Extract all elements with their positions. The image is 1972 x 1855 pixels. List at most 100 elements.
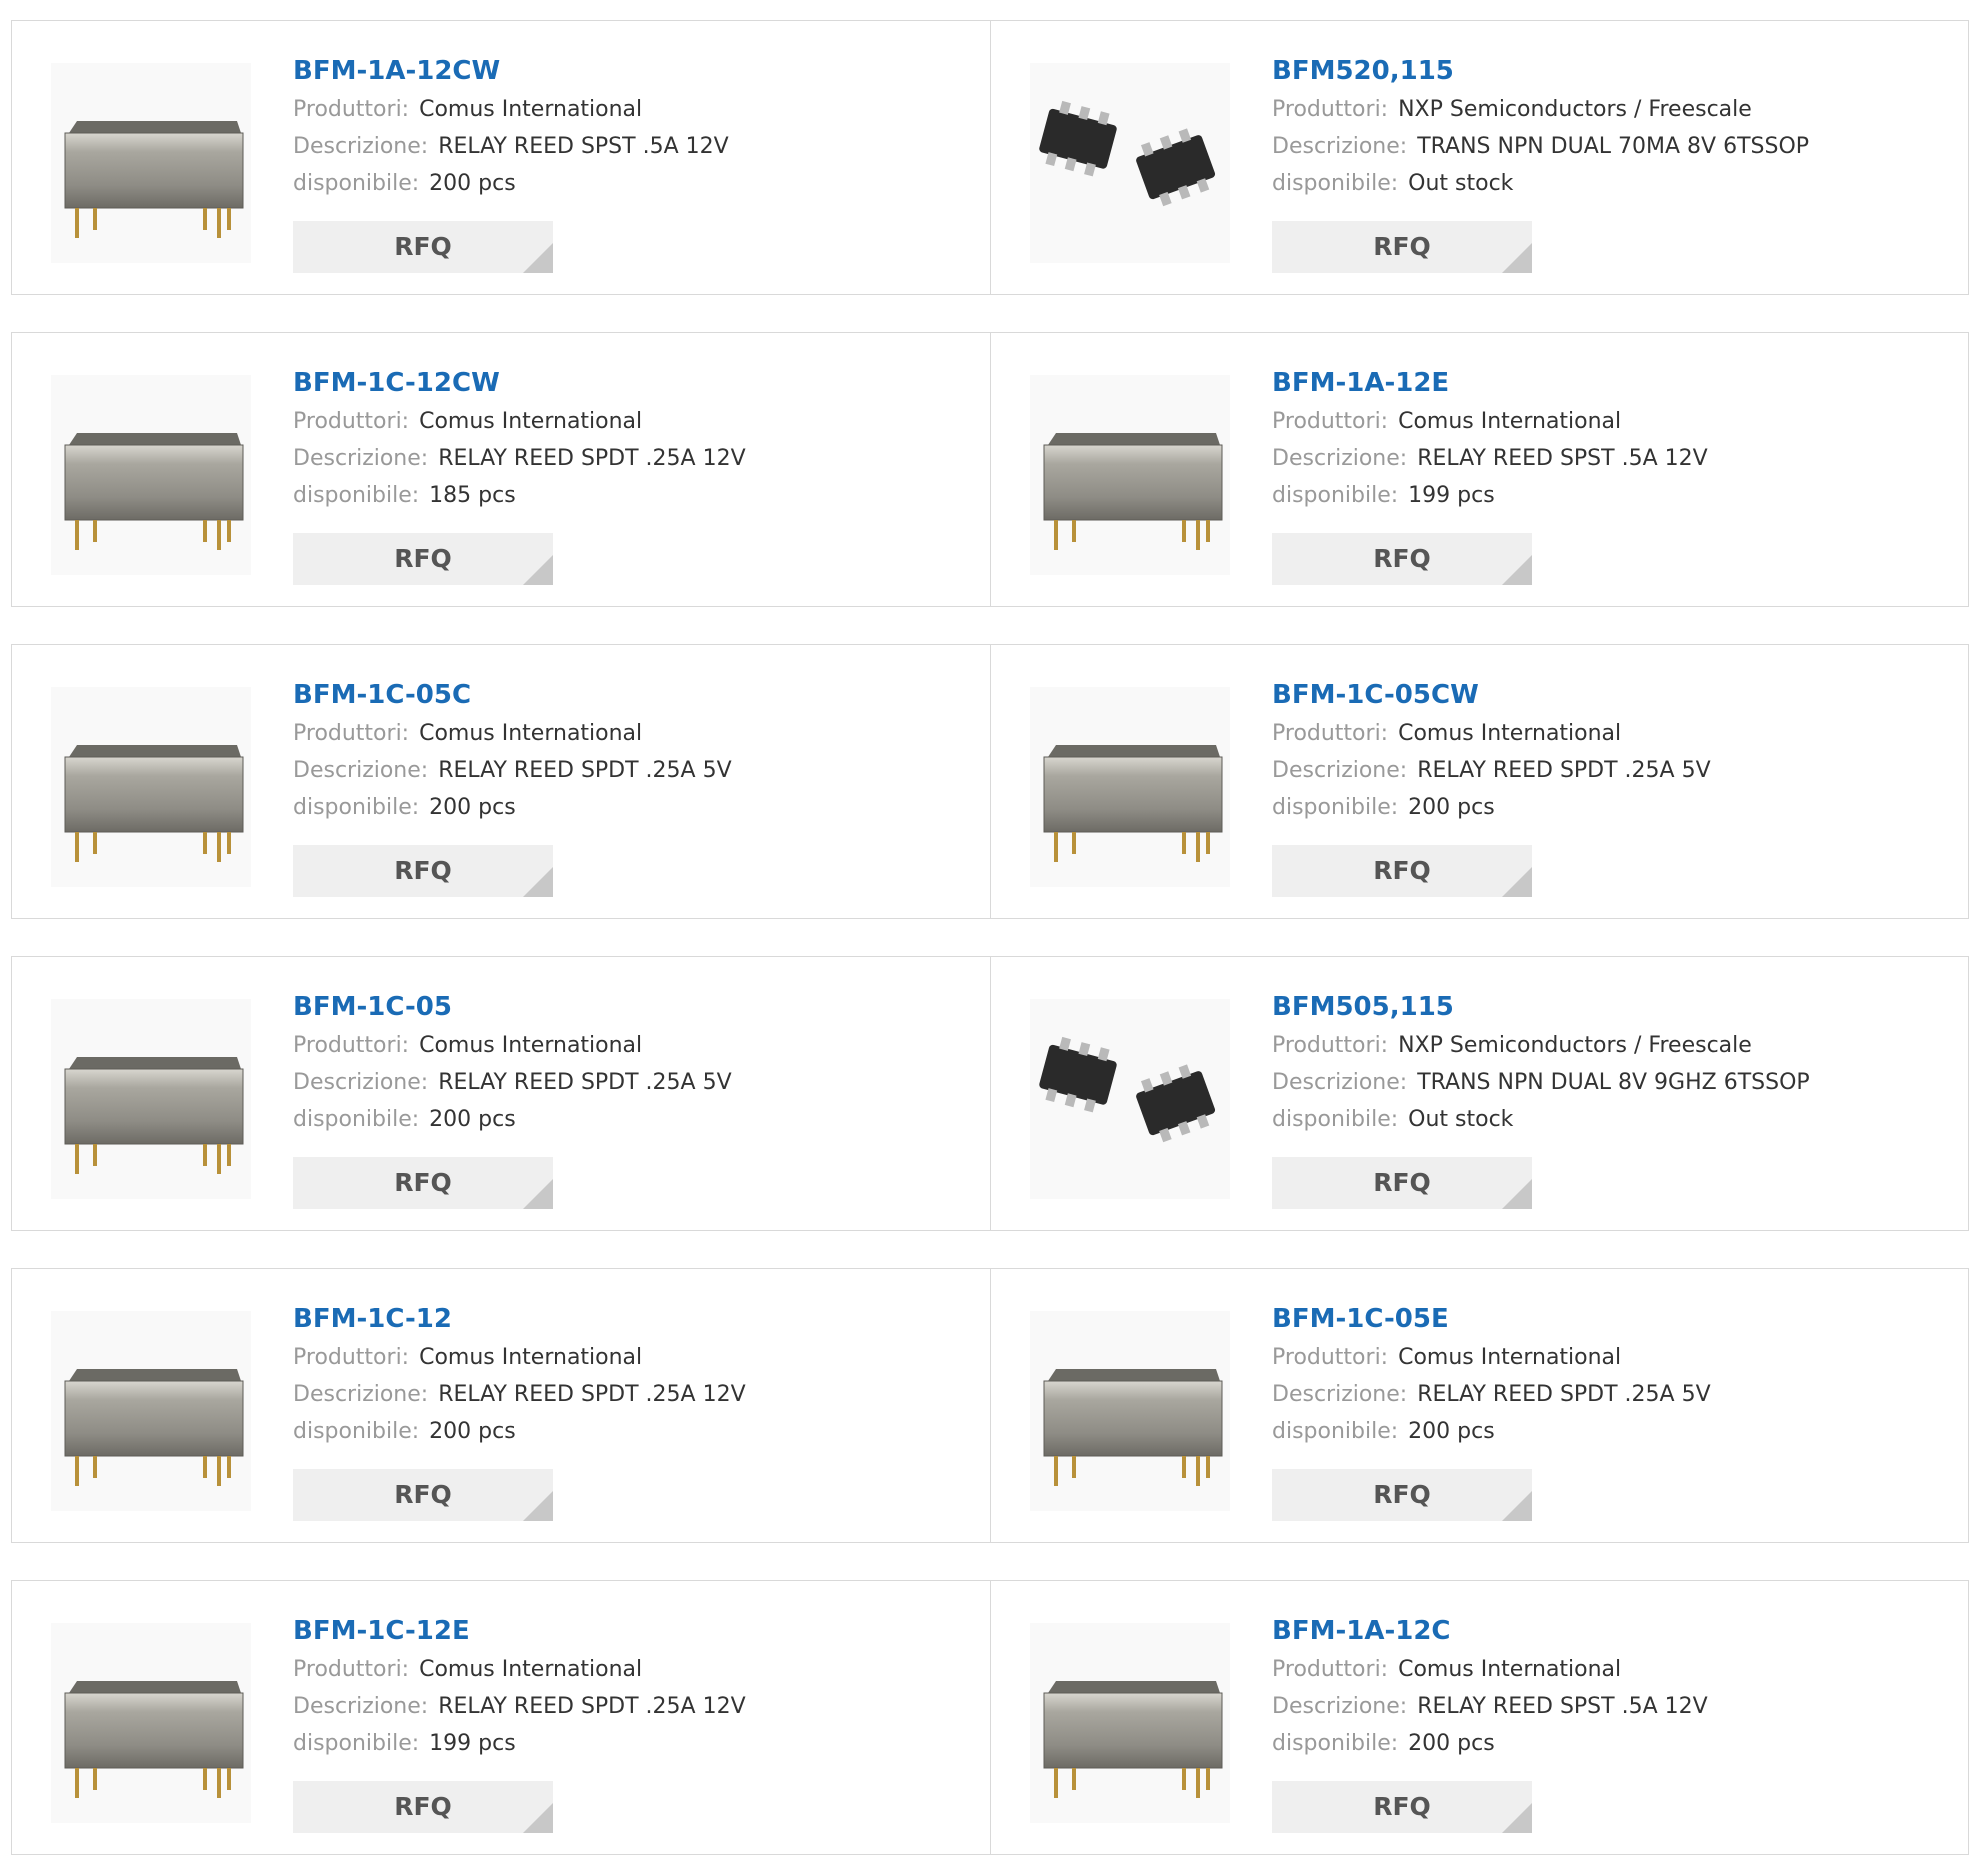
availability-label: disponibile: [1272,1419,1399,1444]
reed-relay-image[interactable] [51,999,251,1199]
description-field: Descrizione: RELAY REED SPDT .25A 12V [293,1376,746,1413]
manufacturer-field: Produttori: Comus International [293,715,732,752]
description-field: Descrizione: RELAY REED SPDT .25A 5V [1272,752,1711,789]
manufacturer-label: Produttori: [293,409,410,434]
description-label: Descrizione: [293,1382,429,1407]
product-title-link[interactable]: BFM-1C-12CW [293,363,746,403]
product-title-link[interactable]: BFM-1C-12 [293,1299,746,1339]
product-info: BFM-1C-05CW Produttori: Comus Internation… [1272,675,1711,826]
rfq-button[interactable]: RFQ [293,1781,553,1833]
description-label: Descrizione: [293,134,429,159]
description-value: RELAY REED SPDT .25A 5V [1417,1382,1711,1407]
product-card: BFM-1C-12 Produttori: Comus International… [12,1269,990,1542]
rfq-button[interactable]: RFQ [1272,845,1532,897]
manufacturer-value: Comus International [1398,721,1622,746]
description-value: RELAY REED SPDT .25A 12V [438,446,746,471]
product-card: BFM505,115 Produttori: NXP Semiconductors… [990,957,1969,1230]
rfq-button[interactable]: RFQ [1272,533,1532,585]
product-info: BFM-1A-12E Produttori: Comus Internationa… [1272,363,1708,514]
availability-value: Out stock [1408,1107,1514,1132]
manufacturer-field: Produttori: NXP Semiconductors / Freescal… [1272,1027,1810,1064]
manufacturer-label: Produttori: [293,1345,410,1370]
availability-value: 200 pcs [429,795,516,820]
product-title-link[interactable]: BFM-1A-12C [1272,1611,1708,1651]
product-row: BFM-1C-05 Produttori: Comus International… [11,956,1969,1231]
reed-relay-image[interactable] [51,687,251,887]
rfq-button[interactable]: RFQ [293,845,553,897]
availability-value: 200 pcs [429,1107,516,1132]
product-card: BFM-1A-12E Produttori: Comus Internationa… [990,333,1969,606]
manufacturer-label: Produttori: [1272,1033,1389,1058]
description-value: TRANS NPN DUAL 70MA 8V 6TSSOP [1417,134,1810,159]
product-card: BFM-1C-05CW Produttori: Comus Internation… [990,645,1969,918]
rfq-button[interactable]: RFQ [293,1157,553,1209]
manufacturer-field: Produttori: Comus International [293,1651,746,1688]
availability-label: disponibile: [1272,483,1399,508]
rfq-button[interactable]: RFQ [293,1469,553,1521]
manufacturer-value: Comus International [419,1657,643,1682]
availability-value: Out stock [1408,171,1514,196]
availability-value: 200 pcs [429,171,516,196]
product-info: BFM-1C-12 Produttori: Comus International… [293,1299,746,1450]
availability-field: disponibile: 199 pcs [1272,477,1708,514]
availability-field: disponibile: 200 pcs [293,165,729,202]
reed-relay-image[interactable] [1030,375,1230,575]
manufacturer-label: Produttori: [1272,1657,1389,1682]
rfq-button[interactable]: RFQ [1272,1157,1532,1209]
reed-relay-image[interactable] [51,1623,251,1823]
reed-relay-image[interactable] [1030,687,1230,887]
product-title-link[interactable]: BFM-1C-12E [293,1611,746,1651]
rfq-button[interactable]: RFQ [1272,1781,1532,1833]
availability-field: disponibile: 200 pcs [293,1413,746,1450]
rfq-button[interactable]: RFQ [293,221,553,273]
availability-value: 199 pcs [429,1731,516,1756]
manufacturer-label: Produttori: [293,1657,410,1682]
manufacturer-field: Produttori: Comus International [1272,1339,1711,1376]
description-value: RELAY REED SPDT .25A 5V [1417,758,1711,783]
manufacturer-value: Comus International [1398,1657,1622,1682]
product-info: BFM-1A-12CW Produttori: Comus Internation… [293,51,729,202]
product-info: BFM-1C-05 Produttori: Comus International… [293,987,732,1138]
manufacturer-field: Produttori: Comus International [293,1027,732,1064]
manufacturer-label: Produttori: [1272,1345,1389,1370]
product-title-link[interactable]: BFM-1C-05 [293,987,732,1027]
rfq-button[interactable]: RFQ [293,533,553,585]
product-title-link[interactable]: BFM-1A-12E [1272,363,1708,403]
product-title-link[interactable]: BFM505,115 [1272,987,1810,1027]
product-card: BFM-1C-12E Produttori: Comus Internationa… [12,1581,990,1854]
product-card: BFM-1C-05C Produttori: Comus Internationa… [12,645,990,918]
description-label: Descrizione: [1272,446,1408,471]
product-title-link[interactable]: BFM-1A-12CW [293,51,729,91]
description-field: Descrizione: RELAY REED SPDT .25A 5V [293,752,732,789]
availability-label: disponibile: [1272,171,1399,196]
manufacturer-field: Produttori: Comus International [1272,1651,1708,1688]
description-value: RELAY REED SPDT .25A 5V [438,1070,732,1095]
reed-relay-image[interactable] [1030,1623,1230,1823]
manufacturer-label: Produttori: [293,1033,410,1058]
manufacturer-value: Comus International [419,409,643,434]
product-title-link[interactable]: BFM-1C-05E [1272,1299,1711,1339]
product-info: BFM-1C-05C Produttori: Comus Internationa… [293,675,732,826]
manufacturer-field: Produttori: Comus International [1272,403,1708,440]
manufacturer-value: Comus International [419,1345,643,1370]
reed-relay-image[interactable] [51,1311,251,1511]
manufacturer-label: Produttori: [1272,97,1389,122]
reed-relay-image[interactable] [51,375,251,575]
availability-label: disponibile: [293,171,420,196]
manufacturer-value: NXP Semiconductors / Freescale [1398,97,1752,122]
reed-relay-image[interactable] [51,63,251,263]
description-field: Descrizione: RELAY REED SPST .5A 12V [1272,1688,1708,1725]
product-title-link[interactable]: BFM-1C-05CW [1272,675,1711,715]
tssop-chip-image[interactable] [1030,63,1230,263]
product-title-link[interactable]: BFM-1C-05C [293,675,732,715]
availability-value: 200 pcs [1408,795,1495,820]
description-label: Descrizione: [293,1070,429,1095]
rfq-button[interactable]: RFQ [1272,1469,1532,1521]
tssop-chip-image[interactable] [1030,999,1230,1199]
reed-relay-image[interactable] [1030,1311,1230,1511]
product-card: BFM-1C-05E Produttori: Comus Internationa… [990,1269,1969,1542]
product-info: BFM520,115 Produttori: NXP Semiconductors… [1272,51,1809,202]
rfq-button[interactable]: RFQ [1272,221,1532,273]
product-title-link[interactable]: BFM520,115 [1272,51,1809,91]
product-info: BFM-1A-12C Produttori: Comus Internationa… [1272,1611,1708,1762]
